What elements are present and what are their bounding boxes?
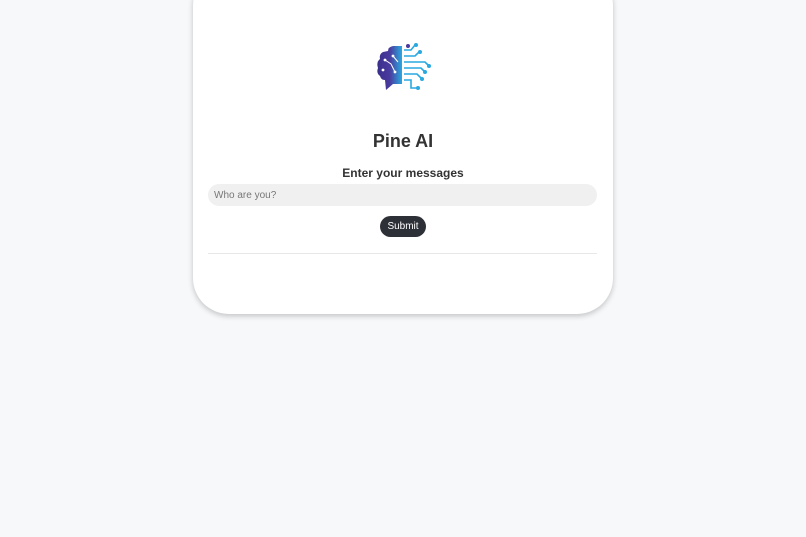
main-card: Pine AI Enter your messages Submit <box>193 0 613 314</box>
divider <box>208 253 597 254</box>
submit-button[interactable]: Submit <box>380 216 426 237</box>
app-title: Pine AI <box>372 131 434 151</box>
brain-circuit-icon <box>377 43 431 90</box>
message-prompt-label: Enter your messages <box>342 166 464 180</box>
message-input[interactable] <box>208 184 597 206</box>
